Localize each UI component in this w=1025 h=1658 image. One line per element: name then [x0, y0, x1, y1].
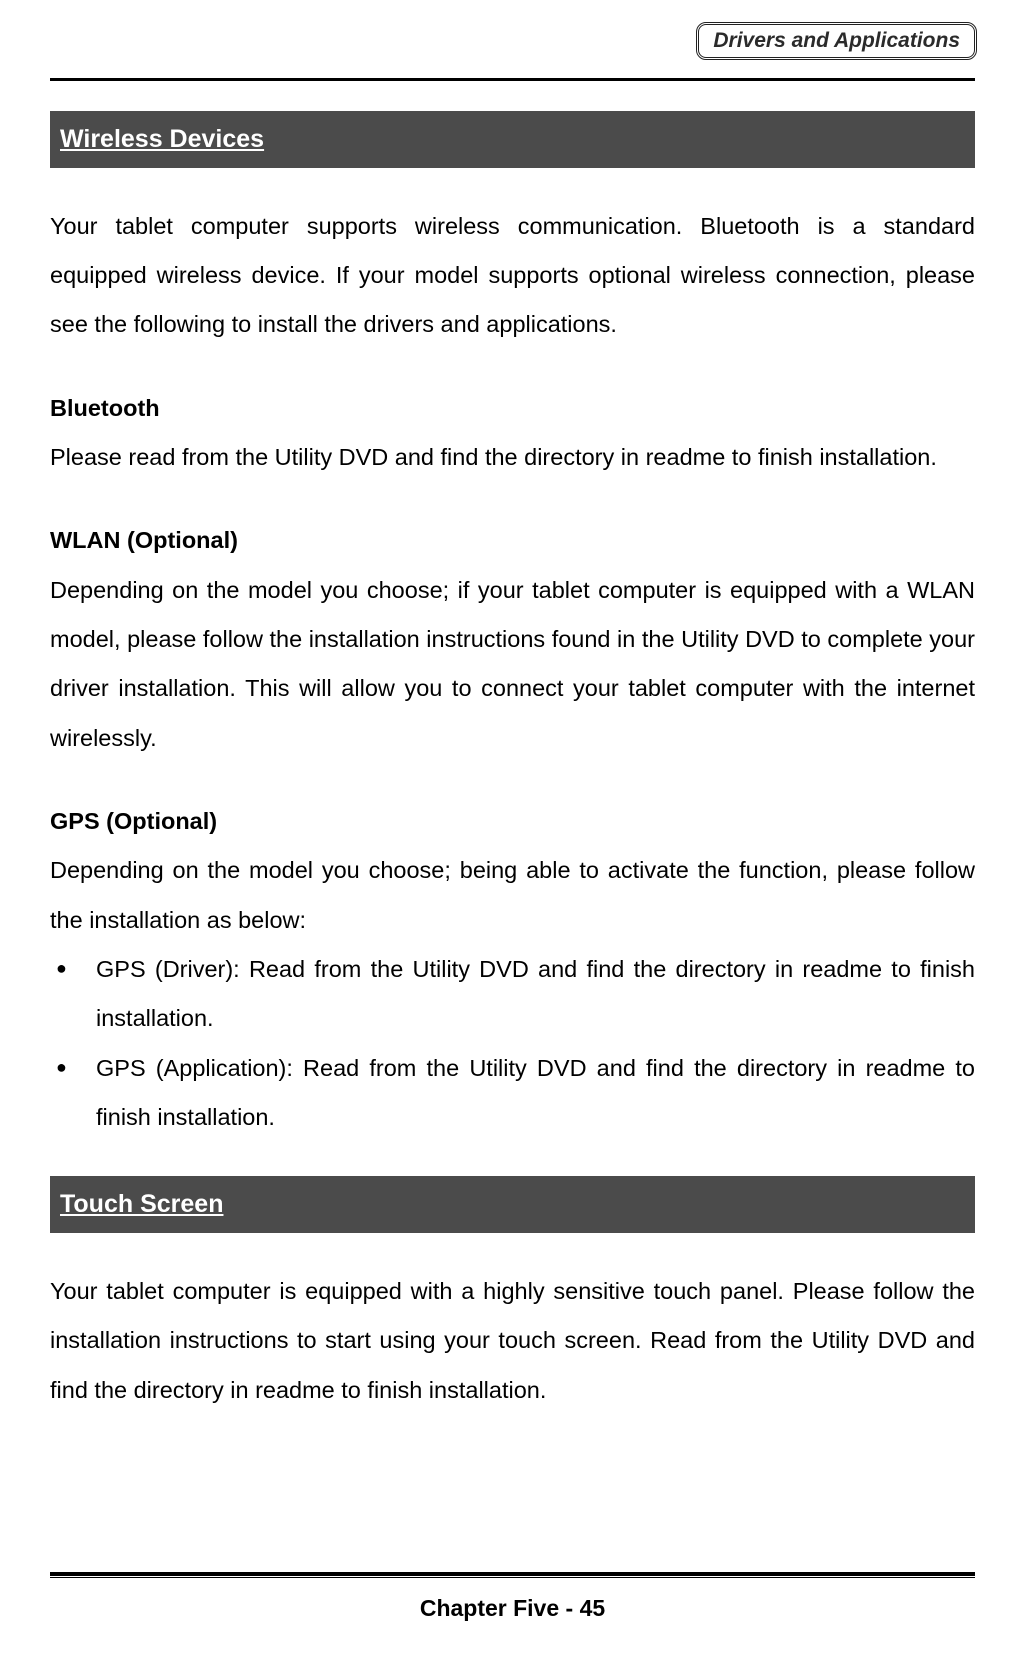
- list-item: GPS (Driver): Read from the Utility DVD …: [50, 945, 975, 1044]
- page-content: Wireless Devices Your tablet computer su…: [50, 111, 975, 1415]
- wlan-heading: WLAN (Optional): [50, 516, 975, 565]
- bluetooth-heading: Bluetooth: [50, 384, 975, 433]
- gps-list: GPS (Driver): Read from the Utility DVD …: [50, 945, 975, 1142]
- section-heading-wireless: Wireless Devices: [50, 111, 975, 168]
- touchscreen-text: Your tablet computer is equipped with a …: [50, 1267, 975, 1415]
- footer-divider: [50, 1572, 975, 1578]
- wlan-text: Depending on the model you choose; if yo…: [50, 566, 975, 763]
- gps-heading: GPS (Optional): [50, 797, 975, 846]
- page-header-badge: Drivers and Applications: [696, 22, 977, 60]
- top-divider: [50, 78, 975, 81]
- list-item: GPS (Application): Read from the Utility…: [50, 1044, 975, 1143]
- section-heading-touchscreen: Touch Screen: [50, 1176, 975, 1233]
- wireless-intro-paragraph: Your tablet computer supports wireless c…: [50, 202, 975, 350]
- bluetooth-text: Please read from the Utility DVD and fin…: [50, 433, 975, 482]
- footer-page-label: Chapter Five - 45: [0, 1595, 1025, 1622]
- gps-intro: Depending on the model you choose; being…: [50, 846, 975, 945]
